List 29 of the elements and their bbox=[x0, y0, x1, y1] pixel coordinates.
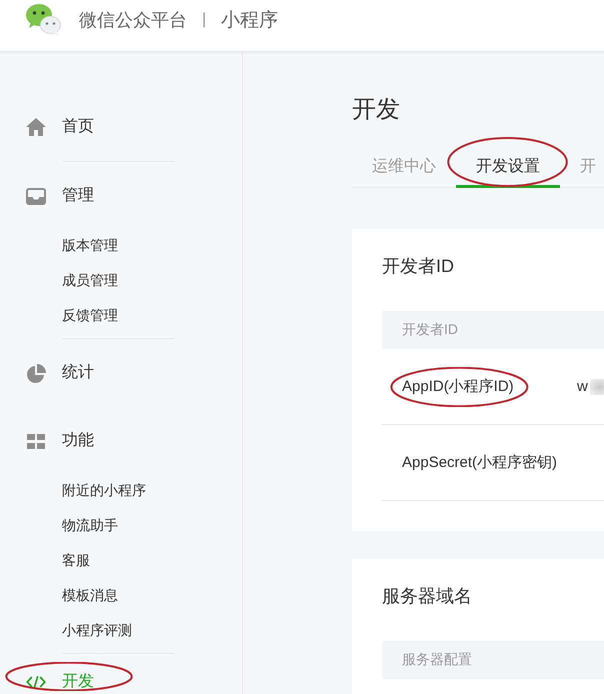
home-icon bbox=[26, 118, 46, 136]
nav-item[interactable]: 首页 bbox=[26, 117, 94, 137]
pie-chart-icon bbox=[26, 364, 46, 382]
page-title: 开发 bbox=[352, 95, 401, 125]
product-title: 小程序 bbox=[221, 9, 278, 33]
nav-item[interactable]: 统计 bbox=[26, 363, 94, 383]
title-separator: | bbox=[202, 11, 206, 29]
speech-bubbles-logo bbox=[26, 3, 61, 36]
platform-title: 微信公众平台 bbox=[79, 9, 187, 32]
nav-subitem[interactable]: 物流助手 bbox=[62, 516, 118, 534]
nav-subitem[interactable]: 附近的小程序 bbox=[62, 480, 146, 498]
nav-subitem[interactable]: 客服 bbox=[62, 550, 90, 568]
card-title: 开发者ID bbox=[382, 255, 455, 278]
nav-item[interactable]: 功能 bbox=[26, 431, 94, 451]
field-value: w bbox=[577, 376, 588, 396]
card-title: 服务器域名 bbox=[382, 585, 473, 608]
field-label: AppID(小程序ID) bbox=[402, 376, 514, 396]
field-label: AppSecret(小程序密钥) bbox=[402, 452, 558, 472]
grid-icon bbox=[27, 434, 45, 448]
table-header: 服务器配置 bbox=[382, 641, 604, 679]
nav-subitem[interactable]: 小程序评测 bbox=[62, 620, 132, 638]
nav-subitem[interactable]: 反馈管理 bbox=[62, 306, 118, 324]
nav-item[interactable]: 管理 bbox=[26, 186, 94, 206]
inbox-icon bbox=[26, 188, 46, 204]
nav-subitem[interactable]: 模板消息 bbox=[62, 586, 118, 604]
table-header: 开发者ID bbox=[382, 311, 604, 349]
nav-subitem[interactable]: 版本管理 bbox=[62, 236, 118, 254]
nav-subitem[interactable]: 成员管理 bbox=[62, 270, 118, 288]
code-icon bbox=[26, 674, 46, 690]
